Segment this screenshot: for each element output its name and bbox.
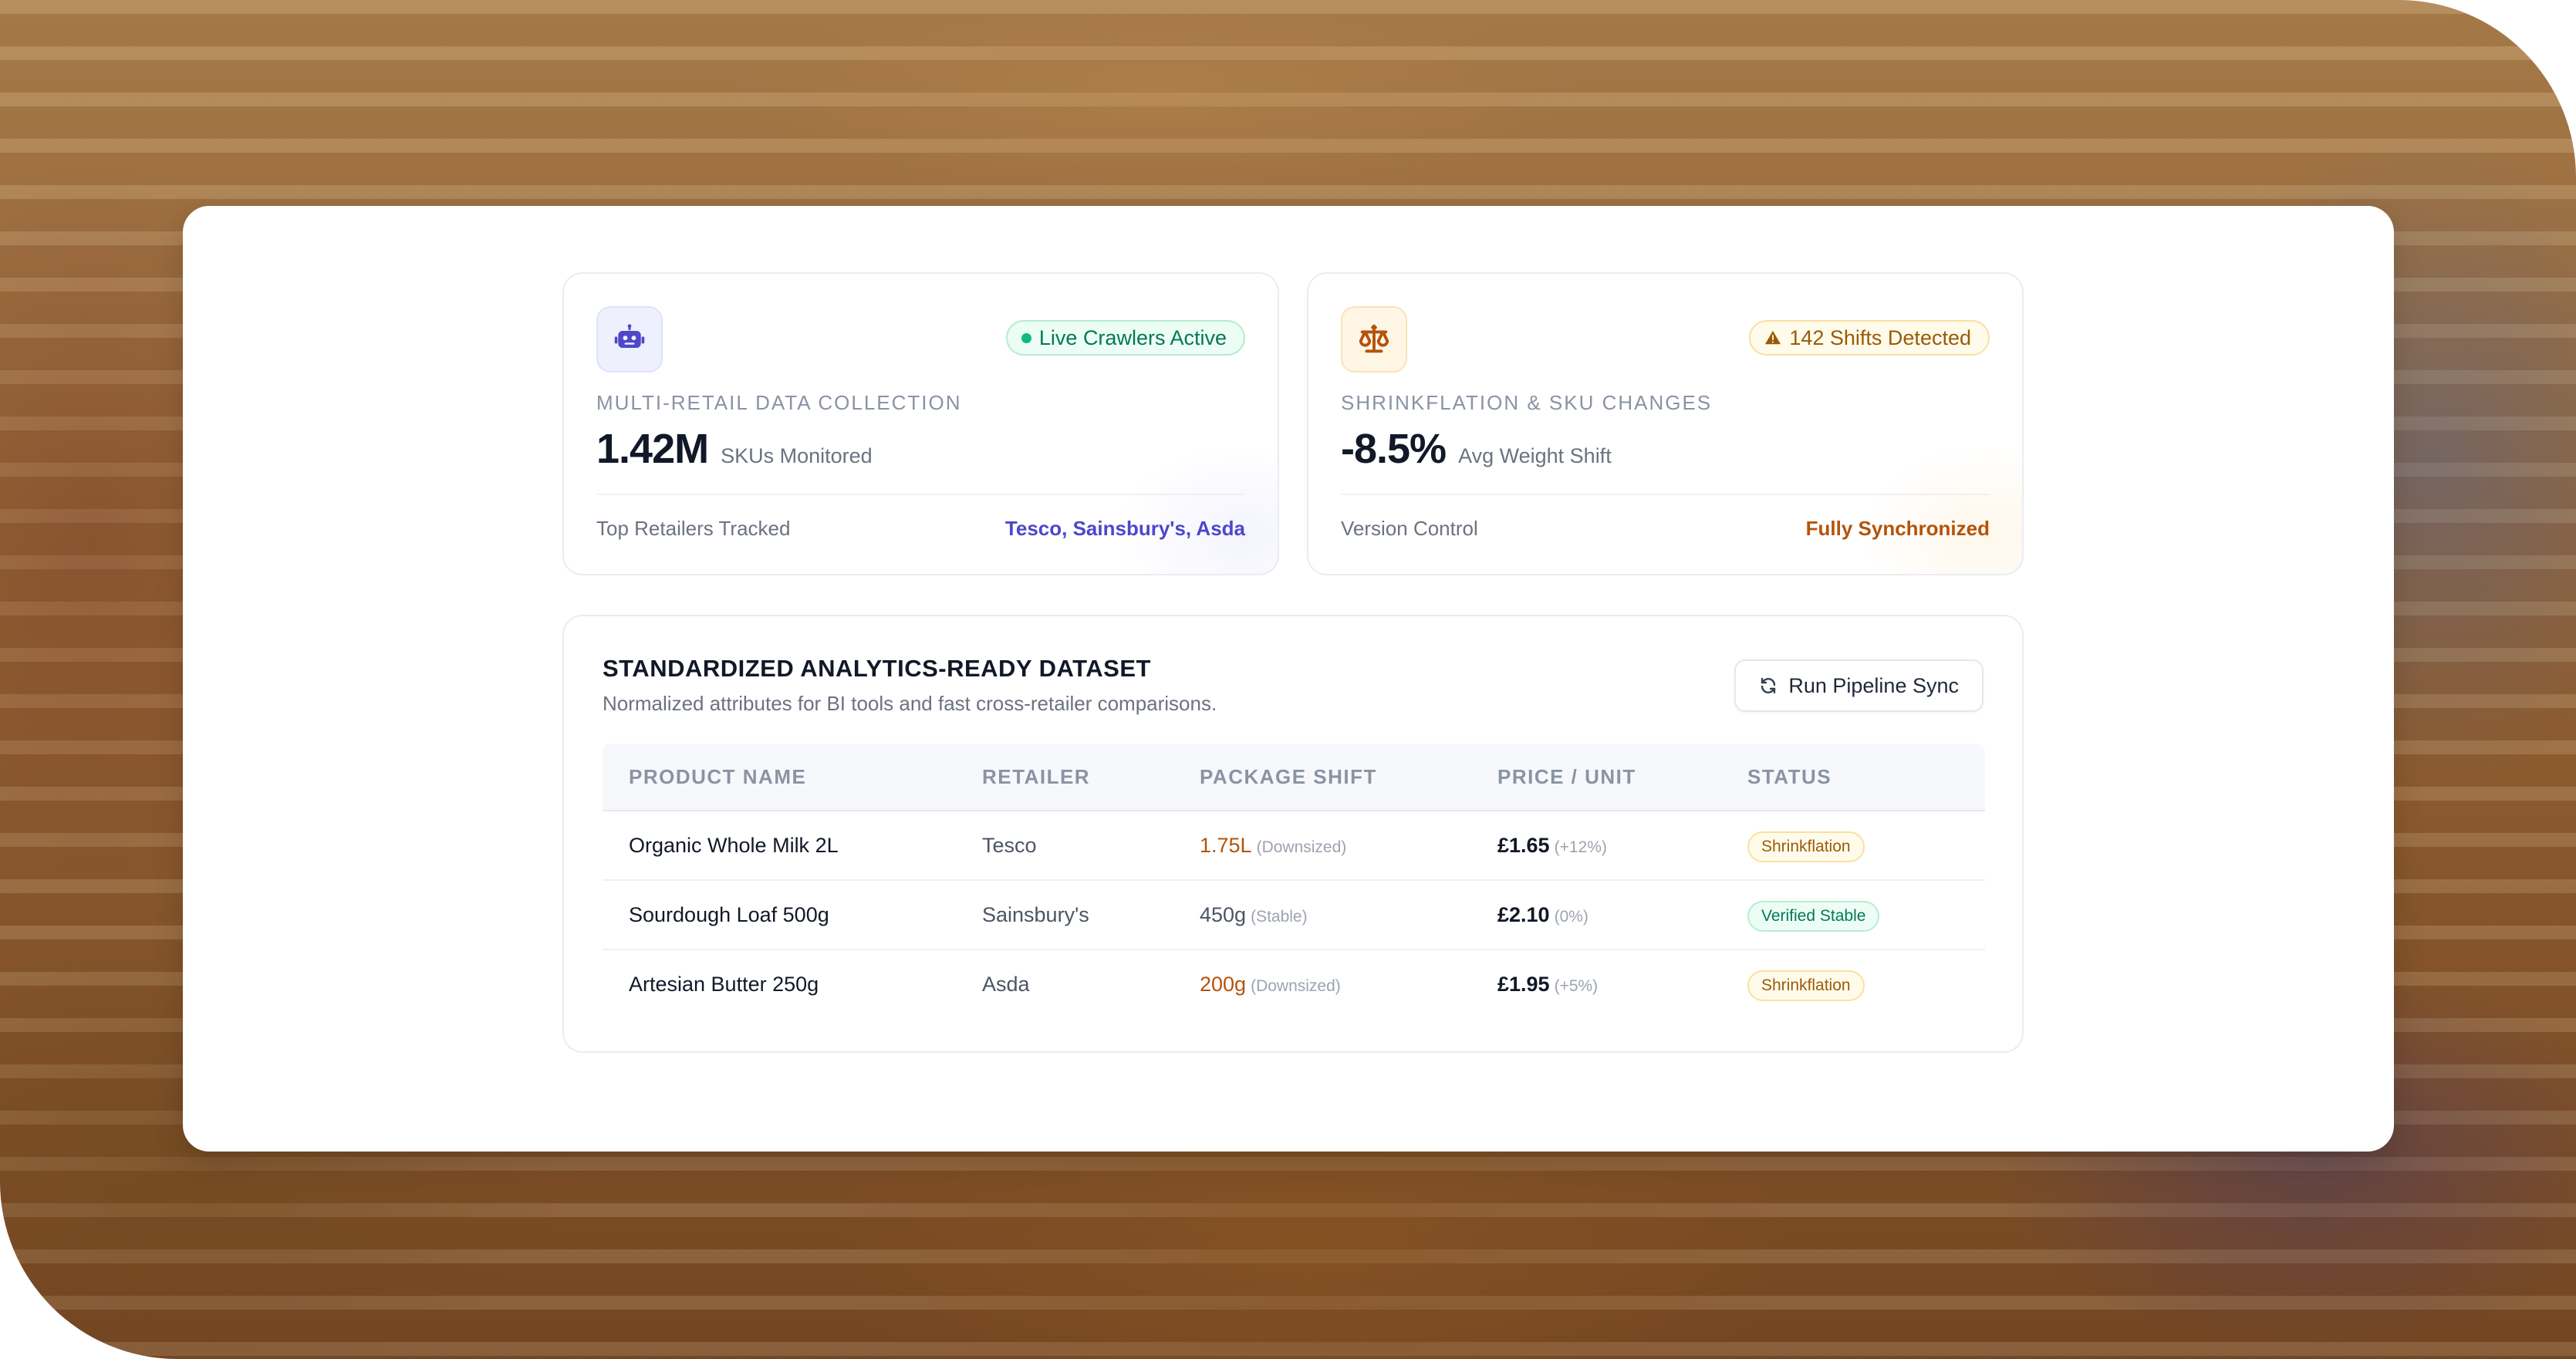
version-control-label: Version Control — [1341, 517, 1478, 540]
shift-value: 1.75L — [1200, 834, 1252, 857]
price-unit: £1.65 (+12%) — [1497, 811, 1607, 882]
collection-metric: 1.42M SKUs Monitored — [596, 425, 873, 473]
version-control-value: Fully Synchronized — [1805, 517, 1990, 540]
avg-weight-shift-label: Avg Weight Shift — [1458, 444, 1612, 467]
retailer: Asda — [982, 973, 1030, 996]
table-header: PRODUCT NAME RETAILER PACKAGE SHIFT PRIC… — [603, 744, 1985, 811]
run-pipeline-sync-button[interactable]: Run Pipeline Sync — [1734, 659, 1983, 712]
price-unit: £1.95 (+5%) — [1497, 950, 1598, 1020]
card-divider — [1341, 494, 1990, 495]
column-header-status[interactable]: STATUS — [1747, 744, 1832, 810]
table-row[interactable]: Organic Whole Milk 2L Tesco 1.75L (Downsi… — [603, 811, 1985, 881]
shift-note: (Downsized) — [1256, 838, 1347, 856]
retailer: Tesco — [982, 834, 1037, 857]
price-value: £1.95 — [1497, 973, 1550, 996]
dataset-table: PRODUCT NAME RETAILER PACKAGE SHIFT PRIC… — [603, 744, 1985, 1018]
product-name: Artesian Butter 250g — [629, 973, 819, 996]
live-crawlers-badge: Live Crawlers Active — [1005, 320, 1245, 356]
shift-note: (Downsized) — [1251, 977, 1341, 995]
package-shift: 200g (Downsized) — [1200, 950, 1341, 1020]
live-crawlers-text: Live Crawlers Active — [1038, 325, 1227, 349]
retailer: Sainsbury's — [982, 903, 1089, 926]
shift-value: 200g — [1200, 973, 1247, 996]
table-row[interactable]: Artesian Butter 250g Asda 200g (Downsized… — [603, 950, 1985, 1018]
retailers-tracked-label: Top Retailers Tracked — [596, 517, 791, 540]
warning-triangle-icon — [1765, 330, 1781, 345]
skus-monitored-label: SKUs Monitored — [721, 444, 873, 467]
column-header-price-unit[interactable]: PRICE / UNIT — [1497, 744, 1636, 810]
shrink-eyebrow: SHRINKFLATION & SKU CHANGES — [1341, 391, 1713, 414]
status-dot-icon — [1021, 332, 1031, 343]
column-header-product[interactable]: PRODUCT NAME — [629, 744, 806, 810]
status-badge: Shrinkflation — [1747, 831, 1865, 862]
price-unit: £2.10 (0%) — [1497, 881, 1588, 951]
shrink-metric: -8.5% Avg Weight Shift — [1341, 425, 1612, 473]
scale-icon — [1341, 306, 1407, 373]
card-divider — [596, 494, 1245, 495]
refresh-icon — [1761, 677, 1776, 694]
price-value: £1.65 — [1497, 834, 1550, 857]
product-name: Organic Whole Milk 2L — [629, 834, 839, 857]
retailers-tracked-value: Tesco, Sainsbury's, Asda — [1004, 517, 1245, 540]
column-header-package-shift[interactable]: PACKAGE SHIFT — [1200, 744, 1377, 810]
shift-value: 450g — [1200, 903, 1247, 926]
collection-eyebrow: MULTI-RETAIL DATA COLLECTION — [596, 391, 962, 414]
status-cell: Verified Stable — [1747, 881, 1880, 949]
shift-note: (Stable) — [1251, 908, 1308, 926]
run-pipeline-sync-label: Run Pipeline Sync — [1788, 673, 1959, 697]
dataset-subtitle: Normalized attributes for BI tools and f… — [603, 692, 1217, 715]
robot-icon — [596, 306, 663, 373]
price-value: £2.10 — [1497, 903, 1550, 926]
package-shift: 1.75L (Downsized) — [1200, 811, 1346, 882]
column-header-retailer[interactable]: RETAILER — [982, 744, 1090, 810]
avg-weight-shift-value: -8.5% — [1341, 426, 1447, 472]
shifts-detected-badge: 142 Shifts Detected — [1749, 320, 1990, 356]
status-cell: Shrinkflation — [1747, 811, 1865, 879]
shrinkflation-card: 142 Shifts Detected SHRINKFLATION & SKU … — [1307, 272, 2024, 575]
data-collection-card: Live Crawlers Active MULTI-RETAIL DATA C… — [562, 272, 1279, 575]
status-badge: Verified Stable — [1747, 900, 1880, 932]
package-shift: 450g (Stable) — [1200, 881, 1308, 951]
shifts-detected-text: 142 Shifts Detected — [1789, 325, 1971, 349]
status-cell: Shrinkflation — [1747, 950, 1865, 1018]
price-note: (+12%) — [1554, 838, 1607, 856]
product-name: Sourdough Loaf 500g — [629, 903, 829, 926]
price-note: (+5%) — [1554, 977, 1599, 995]
skus-monitored-value: 1.42M — [596, 426, 709, 472]
status-badge: Shrinkflation — [1747, 970, 1865, 1001]
dataset-card: STANDARDIZED ANALYTICS-READY DATASET Nor… — [562, 615, 2024, 1053]
dataset-title: STANDARDIZED ANALYTICS-READY DATASET — [603, 655, 1151, 682]
table-row[interactable]: Sourdough Loaf 500g Sainsbury's 450g (Sta… — [603, 881, 1985, 950]
price-note: (0%) — [1554, 908, 1588, 926]
